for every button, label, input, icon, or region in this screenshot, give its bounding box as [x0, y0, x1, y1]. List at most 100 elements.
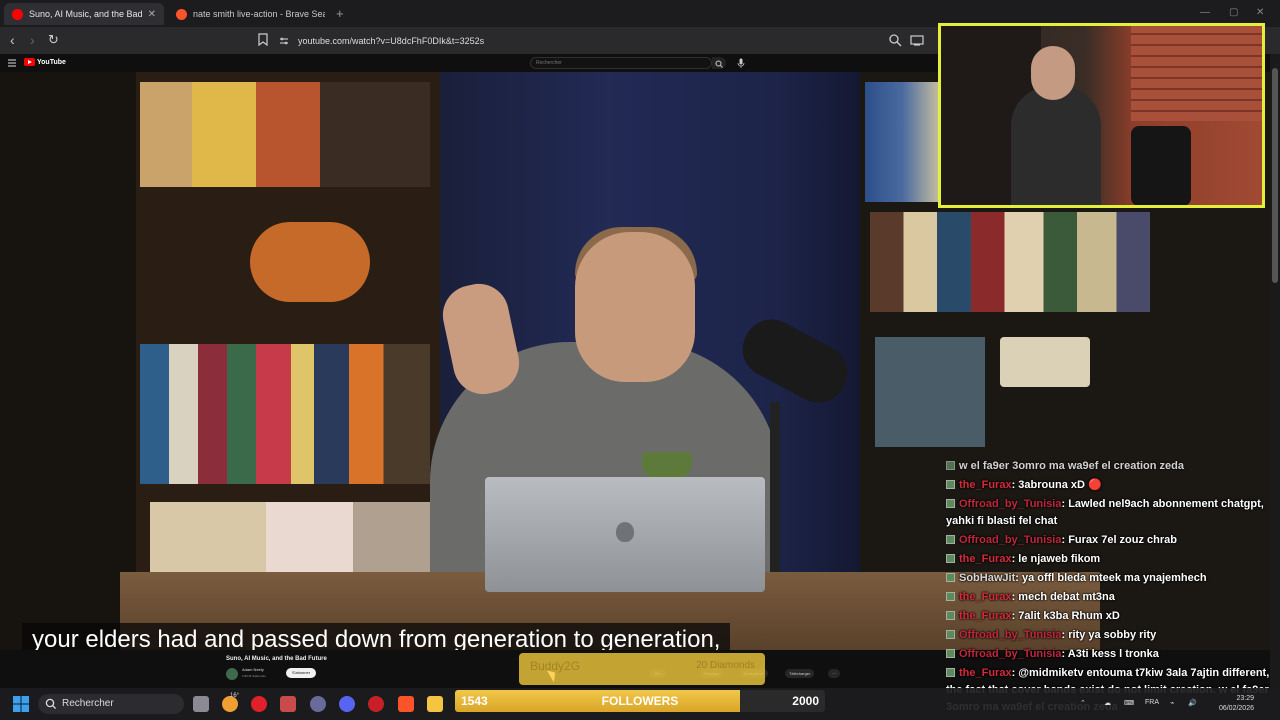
address-bar[interactable]: youtube.com/watch?v=U8dcFhF0DIk&t=3252s — [278, 31, 918, 50]
bookmark-icon[interactable] — [258, 33, 268, 46]
reload-icon[interactable]: ↻ — [48, 32, 59, 48]
opera-icon[interactable] — [251, 696, 267, 712]
chat-message: Offroad_by_Tunisia: A3ti kess l tronka — [946, 646, 1270, 663]
microphone-icon[interactable] — [737, 58, 745, 68]
language-indicator[interactable]: FRA — [1145, 699, 1159, 706]
url-text: youtube.com/watch?v=U8dcFhF0DIk&t=3252s — [298, 35, 485, 46]
site-info-icon[interactable] — [278, 35, 290, 47]
chat-username: Offroad_by_Tunisia — [959, 648, 1062, 660]
taskbar-search-label: Rechercher — [62, 698, 114, 709]
maximize-icon[interactable]: ▢ — [1229, 7, 1238, 18]
chat-badge-icon — [946, 668, 955, 677]
chat-badge-icon — [946, 592, 955, 601]
laptop — [485, 477, 765, 592]
brave-favicon-icon — [176, 8, 187, 20]
tab-title: nate smith live-action - Brave Search — [193, 9, 325, 19]
system-clock[interactable]: 23:29 06/02/2026 — [1208, 694, 1254, 714]
brave-icon[interactable] — [398, 696, 414, 712]
video-subtitle: your elders had and passed down from gen… — [22, 623, 731, 650]
tray-icon[interactable]: ☁ — [1104, 699, 1111, 707]
follower-goal-target: 2000 — [792, 694, 819, 708]
chat-badge-icon — [946, 499, 955, 508]
tab-title: Suno, AI Music, and the Bad Futu — [29, 9, 142, 19]
taskbar-search[interactable]: Rechercher — [38, 694, 184, 714]
scrollbar-thumb[interactable] — [1272, 68, 1278, 283]
chat-text: : Furax 7el zouz chrab — [1061, 534, 1178, 546]
follower-goal-bar: 1543 FOLLOWERS 2000 — [455, 690, 825, 712]
app-icon[interactable] — [368, 696, 384, 712]
subscribe-button[interactable]: S'abonner — [286, 668, 316, 678]
zoom-icon[interactable] — [888, 33, 902, 47]
logo-text: YouTube — [37, 58, 66, 66]
chat-text: : ya offl bleda mteek ma ynajemhech — [1015, 572, 1207, 584]
video-background-wall — [0, 72, 140, 650]
chat-message: SobHawJit: ya offl bleda mteek ma ynajem… — [946, 570, 1270, 587]
back-icon[interactable]: ‹ — [10, 32, 15, 48]
windows-start-icon[interactable] — [13, 696, 29, 712]
streamer-body — [1011, 86, 1101, 205]
books — [140, 344, 430, 484]
chat-username: the_Furax — [959, 591, 1012, 603]
discord-icon[interactable] — [339, 696, 355, 712]
youtube-search-button[interactable] — [712, 57, 726, 69]
books — [875, 337, 985, 447]
clock-time: 23:29 — [1236, 695, 1254, 702]
file-explorer-icon[interactable] — [427, 696, 443, 712]
download-button[interactable]: Télécharger — [785, 669, 815, 678]
youtube-favicon-icon — [12, 8, 23, 20]
chat-message: the_Furax: mech debat mt3na — [946, 589, 1270, 606]
new-tab-icon[interactable]: + — [336, 6, 344, 21]
youtube-play-icon — [24, 58, 35, 66]
chat-text: : mech debat mt3na — [1011, 591, 1115, 603]
volume-icon[interactable]: 🔊 — [1188, 699, 1197, 707]
chat-username: SobHawJit — [959, 572, 1016, 584]
books — [140, 82, 430, 187]
temperature: 16° — [230, 693, 240, 699]
follower-goal-label: FOLLOWERS — [601, 694, 679, 708]
donation-amount: 20 Diamonds — [696, 660, 755, 671]
chat-username: the_Furax — [959, 479, 1012, 491]
books — [150, 502, 440, 572]
network-icon[interactable]: ⌁ — [1170, 699, 1174, 707]
chat-badge-icon — [946, 535, 955, 544]
chat-message: w el fa9er 3omro ma wa9ef el creation ze… — [946, 458, 1270, 475]
minimize-icon[interactable]: — — [1200, 7, 1210, 18]
chat-username: the_Furax — [959, 553, 1012, 565]
tab-youtube-video[interactable]: Suno, AI Music, and the Bad Futu ✕ — [4, 3, 164, 25]
lamp — [1000, 337, 1090, 387]
chat-message: Offroad_by_Tunisia: Lawled nel9ach abonn… — [946, 496, 1270, 530]
tray-icon[interactable]: ⌨ — [1124, 699, 1134, 707]
chat-badge-icon — [946, 461, 955, 470]
page-scrollbar[interactable] — [1270, 54, 1280, 688]
close-tab-icon[interactable]: ✕ — [148, 9, 156, 20]
chat-message: the_Furax: le njaweb fikom — [946, 551, 1270, 568]
brick-wall — [1131, 26, 1262, 121]
chat-text: : rity ya sobby rity — [1061, 629, 1157, 641]
forward-icon[interactable]: › — [30, 32, 35, 48]
apple-logo-icon — [616, 522, 634, 542]
chevron-up-icon[interactable]: ⌃ — [1080, 699, 1086, 707]
search-icon — [715, 60, 723, 68]
cast-icon[interactable] — [910, 33, 924, 47]
app-icon[interactable] — [280, 696, 296, 712]
stream-chat: w el fa9er 3omro ma wa9ef el creation ze… — [944, 458, 1270, 720]
channel-name[interactable]: Adam Neely — [242, 667, 264, 672]
channel-subscribers: 1,83 M d'abonnés — [242, 674, 266, 678]
tab-brave-search[interactable]: nate smith live-action - Brave Search — [168, 3, 333, 25]
chat-message: Offroad_by_Tunisia: rity ya sobby rity — [946, 627, 1270, 644]
chat-badge-icon — [946, 480, 955, 489]
search-icon — [45, 698, 57, 710]
close-window-icon[interactable]: ✕ — [1256, 7, 1264, 18]
app-icon[interactable] — [310, 696, 326, 712]
chat-badge-icon — [946, 649, 955, 658]
green-mug — [642, 452, 692, 478]
channel-avatar[interactable] — [226, 668, 238, 680]
webcam-chair — [1131, 126, 1191, 205]
chat-text: : le njaweb fikom — [1011, 553, 1101, 565]
youtube-search-input[interactable]: Rechercher — [530, 57, 712, 69]
menu-icon[interactable] — [8, 59, 16, 67]
more-actions-icon[interactable]: ··· — [828, 669, 840, 678]
chat-text: : 3abrouna xD 🔴 — [1011, 479, 1102, 491]
youtube-logo[interactable]: YouTube — [24, 58, 66, 66]
task-view-icon[interactable] — [193, 696, 209, 712]
